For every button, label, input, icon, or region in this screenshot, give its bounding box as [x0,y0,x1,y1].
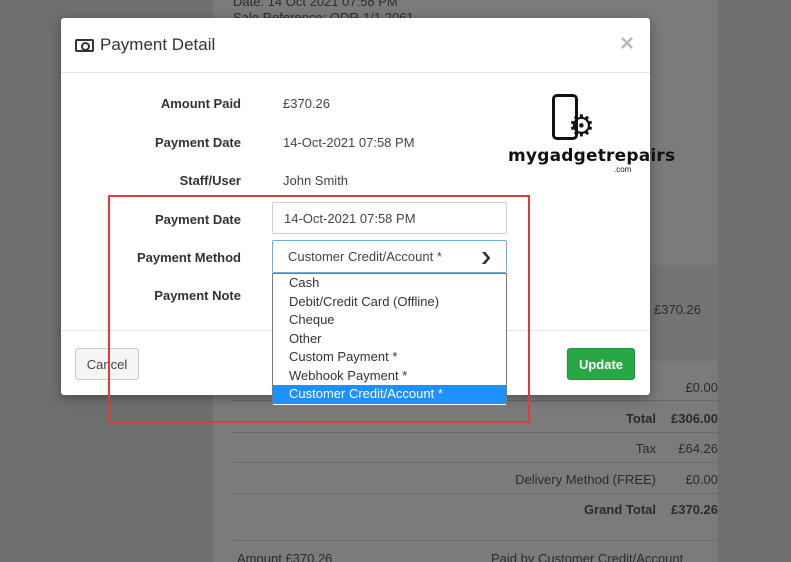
receipt-total-value: £64.26 [678,441,718,456]
receipt-total-label: Delivery Method (FREE) [515,472,656,487]
staff-user-value: John Smith [283,173,349,188]
divider [233,540,718,541]
receipt-total-label: Tax [635,441,656,456]
logo-suffix: .com [614,165,632,174]
close-icon[interactable]: × [620,32,634,56]
amount-paid-value: £370.26 [283,96,330,111]
receipt-total-value: £0.00 [685,380,718,395]
payment-method-select[interactable]: Customer Credit/Account * ❯ [272,240,507,273]
receipt-total-row: Delivery Method (FREE) £0.00 [233,472,718,487]
payment-method-selected-value: Customer Credit/Account * [288,249,442,264]
receipt-total-row: Tax £64.26 [233,441,718,456]
payment-date-label: Payment Date [155,135,241,150]
receipt-item-amount: £370.26 [654,302,701,317]
receipt-total-label: Total [625,411,656,426]
edit-payment-date-label: Payment Date [155,212,241,227]
payment-method-dropdown[interactable]: Cash Debit/Credit Card (Offline) Cheque … [272,273,507,406]
dropdown-option-debit-credit-card[interactable]: Debit/Credit Card (Offline) [273,293,506,312]
payment-date-value: 14-Oct-2021 07:58 PM [283,135,415,150]
money-bill-icon [75,38,94,52]
company-logo: ⚙ mygadgetrepairs .com [508,94,675,176]
chevron-down-icon: ❯ [479,249,493,264]
modal-header: Payment Detail [61,18,650,73]
divider [233,432,718,433]
payment-date-input[interactable] [272,202,507,234]
gear-icon: ⚙ [568,110,595,143]
dropdown-option-other[interactable]: Other [273,330,506,349]
dropdown-option-custom-payment[interactable]: Custom Payment * [273,348,506,367]
dropdown-option-webhook-payment[interactable]: Webhook Payment * [273,367,506,386]
receipt-total-row: Total £306.00 [233,411,718,426]
payment-note-label: Payment Note [154,288,241,303]
amount-paid-label: Amount Paid [160,96,241,111]
cancel-button[interactable]: Cancel [75,348,139,380]
receipt-footer-paid-by: Paid by Customer Credit/Account [491,551,684,562]
dropdown-option-cheque[interactable]: Cheque [273,311,506,330]
update-button[interactable]: Update [567,348,635,380]
divider [233,493,718,494]
payment-method-label: Payment Method [136,250,241,265]
receipt-total-value: £370.26 [671,502,718,517]
receipt-total-value: £306.00 [671,411,718,426]
logo-text: mygadgetrepairs [508,146,676,166]
modal-title-text: Payment Detail [100,35,216,54]
receipt-date-line: Date: 14 Oct 2021 07:58 PM [233,0,398,9]
dropdown-option-cash[interactable]: Cash [273,274,506,293]
receipt-total-row: Grand Total £370.26 [233,502,718,517]
receipt-total-value: £0.00 [685,472,718,487]
receipt-footer-amount: Amount £370.26 [237,551,333,562]
receipt-total-label: Grand Total [584,502,656,517]
dropdown-option-customer-credit[interactable]: Customer Credit/Account * [273,385,506,404]
staff-user-label: Staff/User [179,173,241,188]
modal-title: Payment Detail [75,35,215,55]
divider [233,462,718,463]
